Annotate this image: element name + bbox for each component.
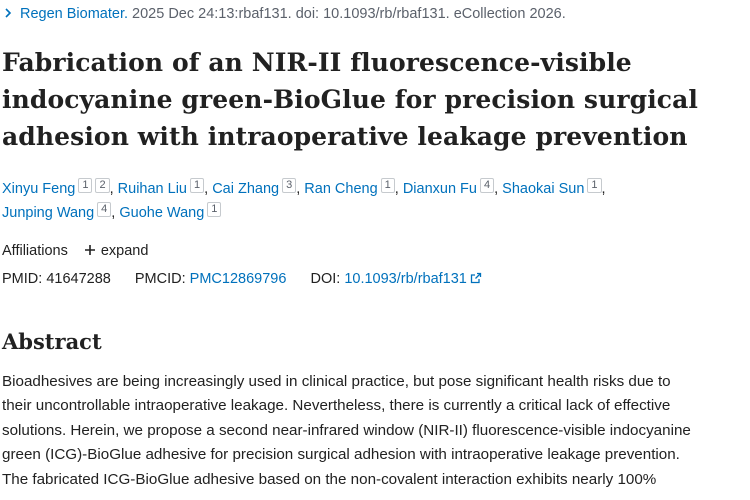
affiliation-badge[interactable]: 1	[207, 202, 222, 217]
doi-link[interactable]: 10.1093/rb/rbaf131	[344, 271, 482, 287]
article-page: Regen Biomater. 2025 Dec 24:13:rbaf131. …	[0, 0, 750, 500]
abstract-line: their uncontrollable intraoperative leak…	[2, 397, 671, 415]
author-line: Junping Wang 4, Guohe Wang 1	[2, 201, 606, 225]
pmid-label: PMID:	[2, 271, 43, 287]
abstract-heading: Abstract	[2, 329, 102, 354]
abstract-line: solutions. Herein, we propose a second n…	[2, 421, 691, 439]
pmcid-link[interactable]: PMC12869796	[190, 271, 287, 287]
expand-affiliations-button[interactable]: expand	[84, 243, 149, 259]
author-link[interactable]: Ruihan Liu	[118, 181, 187, 197]
identifiers-row: PMID: 41647288 PMCID: PMC12869796 DOI: 1…	[2, 269, 482, 289]
affiliation-badge[interactable]: 4	[97, 202, 112, 217]
title-line: Fabrication of an NIR-II fluorescence-vi…	[2, 48, 632, 77]
affiliations-row: Affiliations expand	[2, 241, 148, 261]
external-link-icon	[470, 272, 482, 284]
pmid-value: 41647288	[46, 271, 111, 287]
expand-label: expand	[100, 243, 149, 259]
chevron-right-icon[interactable]	[2, 7, 14, 19]
journal-link[interactable]: Regen Biomater.	[20, 6, 128, 22]
author-link[interactable]: Junping Wang	[2, 205, 94, 221]
abstract-body: Bioadhesives are being increasingly used…	[2, 370, 750, 492]
author-link[interactable]: Dianxun Fu	[403, 181, 477, 197]
citation-line: Regen Biomater. 2025 Dec 24:13:rbaf131. …	[2, 4, 566, 24]
doi-value: 10.1093/rb/rbaf131	[344, 271, 467, 287]
affiliation-badge[interactable]: 1	[190, 178, 205, 193]
author-link[interactable]: Guohe Wang	[119, 205, 204, 221]
abstract-line: green (ICG)-BioGlue adhesive for precisi…	[2, 446, 680, 464]
affiliation-badge[interactable]: 2	[95, 178, 110, 193]
affiliation-badge[interactable]: 4	[479, 178, 495, 193]
citation-details: 2025 Dec 24:13:rbaf131. doi: 10.1093/rb/…	[132, 6, 566, 22]
author-line: Xinyu Feng 1 2, Ruihan Liu 1, Cai Zhang 3, R…	[2, 178, 606, 197]
author-link[interactable]: Cai Zhang	[212, 181, 279, 197]
plus-icon	[84, 245, 95, 255]
abstract-line: Bioadhesives are being increasingly used…	[2, 373, 671, 390]
abstract-line: The fabricated ICG-BioGlue adhesive base…	[2, 470, 657, 488]
doi-label: DOI:	[310, 271, 341, 287]
affiliation-badge[interactable]: 3	[282, 178, 297, 193]
author-link[interactable]: Shaokai Sun	[502, 181, 584, 197]
author-link[interactable]: Xinyu Feng	[2, 181, 75, 197]
title-line: adhesion with intraoperative leakage pre…	[2, 122, 688, 151]
affiliation-badge[interactable]: 1	[78, 178, 93, 193]
title-line: indocyanine green-BioGlue for precision …	[2, 85, 699, 114]
author-link[interactable]: Ran Cheng	[304, 181, 377, 197]
article-title: Fabrication of an NIR-II fluorescence-vi…	[2, 44, 748, 155]
author-list: Xinyu Feng 1 2, Ruihan Liu 1, Cai Zhang 3, R…	[2, 177, 606, 225]
pmcid-label: PMCID:	[134, 271, 186, 287]
affiliation-badge[interactable]: 1	[380, 178, 395, 193]
affiliations-label: Affiliations	[2, 243, 68, 259]
affiliation-badge[interactable]: 1	[587, 178, 602, 193]
